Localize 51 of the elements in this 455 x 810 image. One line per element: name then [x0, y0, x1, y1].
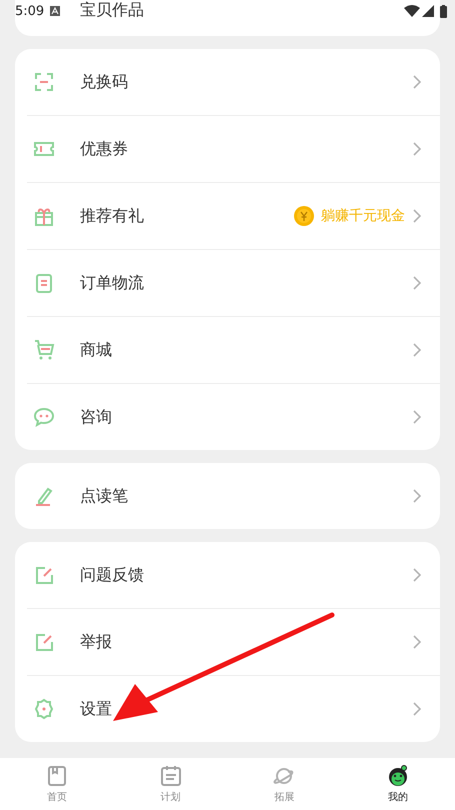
menu-label: 点读笔 [80, 486, 128, 506]
notification-icon [50, 6, 60, 16]
chevron-icon [413, 276, 422, 290]
menu-label: 推荐有礼 [80, 206, 144, 226]
menu-label: 兑换码 [80, 72, 128, 92]
tab[interactable]: 拓展 [228, 758, 342, 810]
menu-label: 订单物流 [80, 272, 144, 294]
menu-row[interactable]: 推荐有礼 躺赚千元现金 [15, 183, 440, 249]
chevron-icon [413, 568, 422, 582]
tab[interactable]: 计划 [114, 758, 228, 810]
edit-icon [33, 631, 55, 653]
menu-label: 举报 [80, 632, 112, 652]
menu-label: 商城 [80, 340, 112, 360]
gear-icon [33, 698, 55, 720]
menu-label: 咨询 [80, 406, 112, 428]
tab[interactable]: 我的 [341, 758, 455, 810]
menu-row[interactable]: 设置 [15, 676, 440, 742]
menu-row[interactable]: 优惠券 [15, 116, 440, 182]
menu-label: 设置 [80, 698, 112, 720]
chat-icon [33, 406, 55, 428]
menu-label[interactable]: 宝贝作品 [80, 0, 144, 20]
menu-label: 优惠券 [80, 138, 128, 160]
menu-row[interactable]: 问题反馈 [15, 542, 440, 608]
chevron-icon [413, 702, 422, 716]
menu-row[interactable]: 举报 [15, 609, 440, 675]
chevron-icon [413, 343, 422, 357]
chevron-icon [413, 75, 422, 89]
tab[interactable]: 首页 [0, 758, 114, 810]
signal-icon [422, 5, 434, 17]
cart-icon [33, 339, 55, 361]
pen-icon [33, 485, 55, 507]
wifi-icon [404, 5, 420, 17]
menu-row[interactable]: 商城 [15, 317, 440, 383]
menu-row[interactable]: 点读笔 [15, 463, 440, 529]
calendar-icon [158, 764, 183, 788]
menu-row[interactable]: 订单物流 [15, 250, 440, 316]
status-time: 5:09 [15, 4, 44, 18]
promo-text: 躺赚千元现金 [321, 207, 405, 225]
chevron-icon [413, 410, 422, 424]
chevron-icon [413, 635, 422, 649]
scan-icon [33, 71, 55, 93]
clipboard-icon [33, 272, 55, 294]
chevron-icon [413, 209, 422, 223]
menu-row[interactable]: 咨询 [15, 384, 440, 450]
edit-icon [33, 564, 55, 586]
coin-icon [293, 205, 315, 227]
battery-icon [440, 4, 447, 18]
menu-label: 问题反馈 [80, 564, 144, 586]
chevron-icon [413, 489, 422, 503]
chevron-icon [413, 142, 422, 156]
menu-row[interactable]: 兑换码 [15, 49, 440, 115]
